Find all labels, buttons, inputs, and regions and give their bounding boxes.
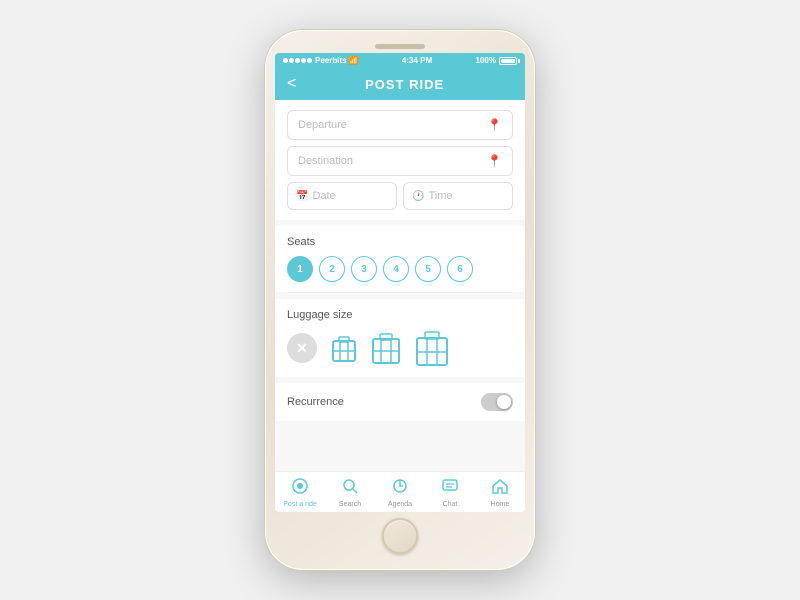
form-section: Departure 📍 Destination 📍 📅 Date 🕐 Time (275, 100, 525, 220)
status-left: Peerbits 📶 (283, 56, 359, 65)
date-field[interactable]: 📅 Date (287, 182, 397, 210)
small-luggage-icon (331, 333, 357, 363)
bottom-nav: Post a ride Search Agenda Chat (275, 471, 525, 512)
luggage-label: Luggage size (287, 309, 513, 321)
status-bar: Peerbits 📶 4:34 PM 100% (275, 53, 525, 68)
app-header: < POST RIDE (275, 68, 525, 100)
luggage-large-button[interactable] (415, 329, 449, 367)
phone-frame: Peerbits 📶 4:34 PM 100% < POST RIDE Depa… (265, 30, 535, 570)
spacer (275, 421, 525, 471)
destination-pin-icon: 📍 (487, 154, 502, 168)
wifi-icon: 📶 (349, 56, 359, 65)
seats-section: Seats 1 2 3 4 5 6 (275, 226, 525, 292)
nav-home[interactable]: Home (475, 478, 525, 508)
chat-icon (442, 478, 458, 499)
page-title: POST RIDE (296, 77, 513, 92)
status-right: 100% (476, 56, 517, 65)
luggage-section: Luggage size ✕ (275, 299, 525, 377)
large-luggage-icon (415, 329, 449, 367)
main-content: Departure 📍 Destination 📍 📅 Date 🕐 Time (275, 100, 525, 471)
no-luggage-icon: ✕ (287, 333, 317, 363)
seat-options: 1 2 3 4 5 6 (287, 256, 513, 282)
search-label: Search (339, 501, 361, 508)
luggage-options: ✕ (287, 329, 513, 367)
departure-field[interactable]: Departure 📍 (287, 110, 513, 140)
medium-luggage-icon (371, 331, 401, 365)
search-icon (342, 478, 358, 499)
destination-placeholder: Destination (298, 155, 487, 167)
home-button[interactable] (382, 518, 418, 554)
nav-post-ride[interactable]: Post a ride (275, 478, 325, 508)
seats-label: Seats (287, 236, 513, 248)
signal-dots (283, 56, 313, 65)
seat-3-button[interactable]: 3 (351, 256, 377, 282)
nav-chat[interactable]: Chat (425, 478, 475, 508)
luggage-small-button[interactable] (331, 333, 357, 363)
luggage-medium-button[interactable] (371, 331, 401, 365)
destination-field[interactable]: Destination 📍 (287, 146, 513, 176)
location-pin-icon: 📍 (487, 118, 502, 132)
agenda-label: Agenda (388, 501, 412, 508)
phone-speaker (375, 44, 425, 49)
chat-label: Chat (443, 501, 458, 508)
recurrence-label: Recurrence (287, 396, 344, 408)
home-icon (492, 478, 508, 499)
home-label: Home (491, 501, 510, 508)
nav-search[interactable]: Search (325, 478, 375, 508)
battery-label: 100% (476, 56, 496, 65)
seat-4-button[interactable]: 4 (383, 256, 409, 282)
battery-icon (499, 57, 517, 65)
departure-placeholder: Departure (298, 119, 487, 131)
seat-2-button[interactable]: 2 (319, 256, 345, 282)
date-time-row: 📅 Date 🕐 Time (287, 182, 513, 210)
time-placeholder: Time (428, 190, 452, 202)
agenda-icon (392, 478, 408, 499)
seat-1-button[interactable]: 1 (287, 256, 313, 282)
date-placeholder: Date (312, 190, 335, 202)
seat-5-button[interactable]: 5 (415, 256, 441, 282)
divider (287, 292, 513, 293)
clock-icon: 🕐 (412, 191, 424, 202)
back-button[interactable]: < (287, 76, 296, 92)
calendar-icon: 📅 (296, 191, 308, 202)
post-ride-label: Post a ride (283, 501, 316, 508)
recurrence-section: Recurrence (275, 383, 525, 421)
luggage-none-button[interactable]: ✕ (287, 333, 317, 363)
nav-agenda[interactable]: Agenda (375, 478, 425, 508)
post-ride-icon (292, 478, 308, 499)
time-label: 4:34 PM (402, 56, 432, 65)
phone-screen: Peerbits 📶 4:34 PM 100% < POST RIDE Depa… (275, 53, 525, 512)
toggle-knob (497, 395, 511, 409)
recurrence-toggle[interactable] (481, 393, 513, 411)
time-field[interactable]: 🕐 Time (403, 182, 513, 210)
seat-6-button[interactable]: 6 (447, 256, 473, 282)
carrier-label: Peerbits (315, 56, 347, 65)
